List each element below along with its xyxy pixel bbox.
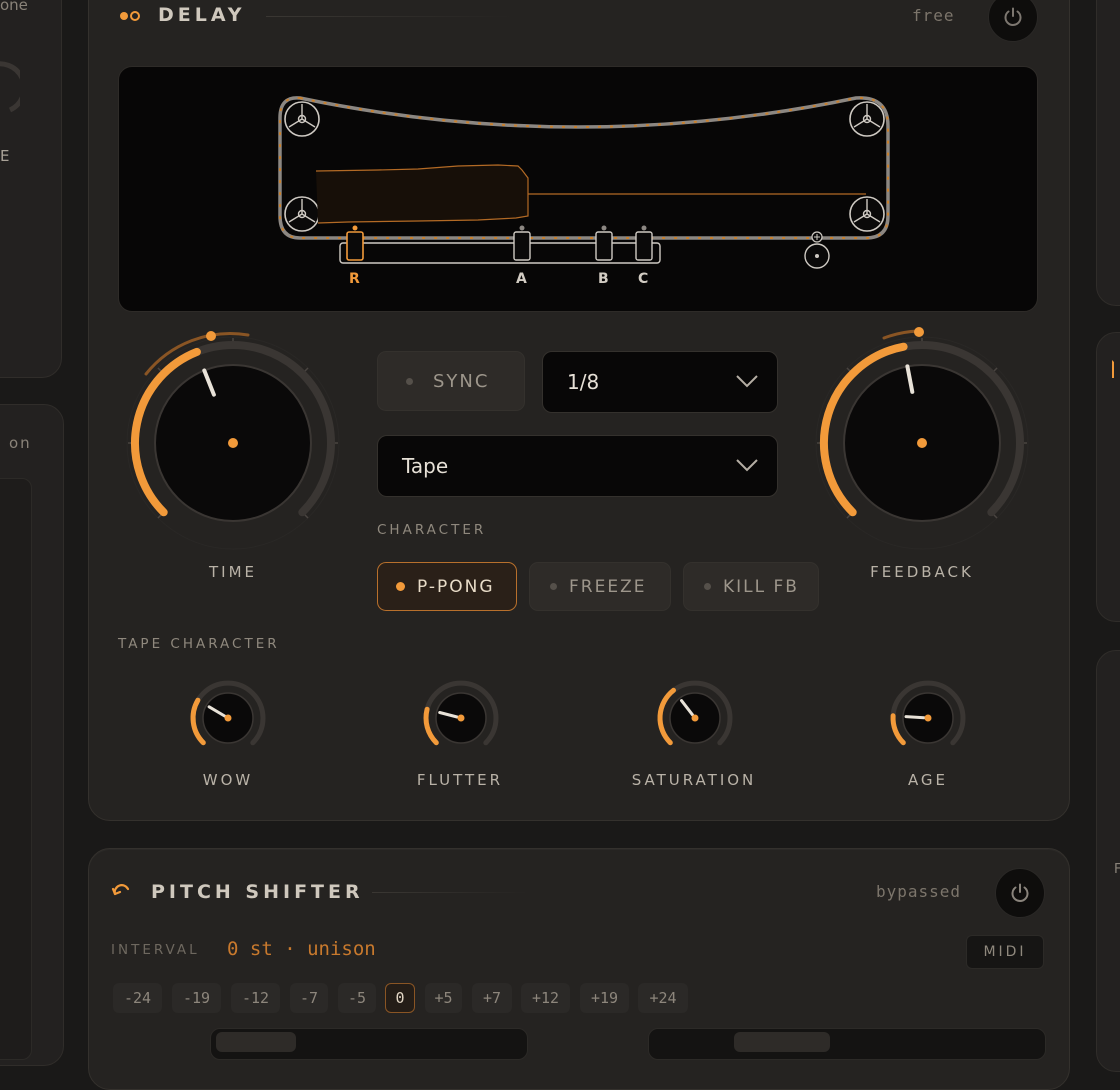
interval-chip[interactable]: -12 — [231, 983, 280, 1013]
pitch-header-divider — [372, 892, 528, 893]
interval-chip[interactable]: +7 — [472, 983, 512, 1013]
power-icon — [1011, 883, 1029, 902]
wow-knob[interactable] — [188, 678, 268, 758]
interval-chip[interactable]: -5 — [338, 983, 376, 1013]
right-side-panel-bottom — [1096, 650, 1120, 1072]
reel-bottom-right — [849, 196, 885, 232]
midi-label: MIDI — [983, 944, 1027, 960]
chevron-down-icon — [736, 375, 758, 388]
age-label: AGE — [907, 771, 949, 789]
left-panel-lower-text: on — [9, 434, 32, 452]
delay-header-divider — [266, 16, 512, 17]
delay-chain-icon — [120, 11, 140, 21]
pitch-lower-tab-right — [734, 1032, 830, 1052]
time-knob[interactable] — [118, 322, 348, 552]
interval-chip[interactable]: -19 — [172, 983, 221, 1013]
sync-label: SYNC — [433, 370, 490, 392]
p-pong-label: P-PONG — [417, 576, 495, 597]
pitch-lower-tab-left — [216, 1032, 296, 1052]
reel-bottom-left — [284, 196, 320, 232]
delay-mode-value: Tape — [402, 454, 449, 478]
chevron-down-icon — [736, 459, 758, 472]
pitch-shifter-status: bypassed — [876, 882, 962, 901]
interval-chip-selected[interactable]: 0 — [385, 983, 415, 1013]
p-pong-toggle[interactable]: P-PONG — [377, 562, 517, 611]
character-label: CHARACTER — [377, 522, 487, 538]
interval-chip[interactable]: +19 — [580, 983, 629, 1013]
right-panel-mid-text: F — [1114, 862, 1120, 877]
interval-chip[interactable]: +24 — [638, 983, 688, 1013]
tape-head-label-b: B — [598, 271, 609, 287]
freeze-label: FREEZE — [569, 576, 647, 597]
feedback-label: FEEDBACK — [870, 563, 974, 581]
wow-label: WOW — [202, 771, 254, 789]
flutter-knob[interactable] — [421, 678, 501, 758]
age-knob[interactable] — [888, 678, 968, 758]
pitch-shifter-power-button[interactable] — [995, 868, 1045, 918]
feedback-knob[interactable] — [807, 322, 1037, 552]
delay-status: free — [912, 6, 955, 25]
right-side-panel-top — [1096, 0, 1120, 306]
left-panel-partial-knob — [0, 61, 20, 113]
tape-head-label-r: R — [349, 271, 360, 287]
sync-indicator — [406, 377, 413, 385]
left-panel-inner-box — [0, 478, 32, 1060]
left-panel-mid-text: E — [0, 147, 13, 165]
delay-title: DELAY — [158, 4, 246, 26]
freeze-indicator — [550, 583, 557, 590]
tape-head-label-c: C — [638, 271, 649, 287]
interval-chip[interactable]: +12 — [521, 983, 570, 1013]
power-icon — [1004, 7, 1022, 26]
p-pong-indicator — [396, 582, 405, 591]
time-label: TIME — [208, 563, 257, 581]
interval-value: 0 st · unison — [227, 938, 376, 960]
midi-button[interactable]: MIDI — [966, 935, 1044, 969]
right-panel-accent-icon — [1112, 360, 1120, 378]
reel-top-left — [284, 101, 320, 137]
reel-top-right — [849, 101, 885, 137]
pitch-shifter-title: PITCH SHIFTER — [151, 881, 364, 903]
saturation-knob[interactable] — [655, 678, 735, 758]
left-panel-top-text: one — [0, 0, 28, 14]
tape-character-label: TAPE CHARACTER — [118, 636, 280, 652]
interval-chip[interactable]: +5 — [425, 983, 462, 1013]
interval-label: INTERVAL — [111, 942, 200, 958]
flutter-label: FLUTTER — [416, 771, 504, 789]
saturation-label: SATURATION — [631, 771, 757, 789]
left-side-panel-top — [0, 0, 62, 378]
kill-fb-indicator — [704, 583, 711, 590]
pitch-shift-icon — [111, 884, 130, 896]
delay-mode-dropdown[interactable]: Tape — [377, 435, 778, 497]
tape-loop-visual — [278, 96, 890, 269]
freeze-toggle[interactable]: FREEZE — [529, 562, 671, 611]
division-dropdown[interactable]: 1/8 — [542, 351, 778, 413]
interval-chip[interactable]: -24 — [113, 983, 162, 1013]
division-value: 1/8 — [567, 370, 600, 394]
pitch-lower-panel-right — [648, 1028, 1046, 1060]
interval-chip[interactable]: -7 — [290, 983, 328, 1013]
tape-head-label-a: A — [516, 271, 527, 287]
kill-fb-label: KILL FB — [723, 576, 799, 597]
sync-button[interactable]: SYNC — [377, 351, 525, 411]
kill-fb-toggle[interactable]: KILL FB — [683, 562, 819, 611]
